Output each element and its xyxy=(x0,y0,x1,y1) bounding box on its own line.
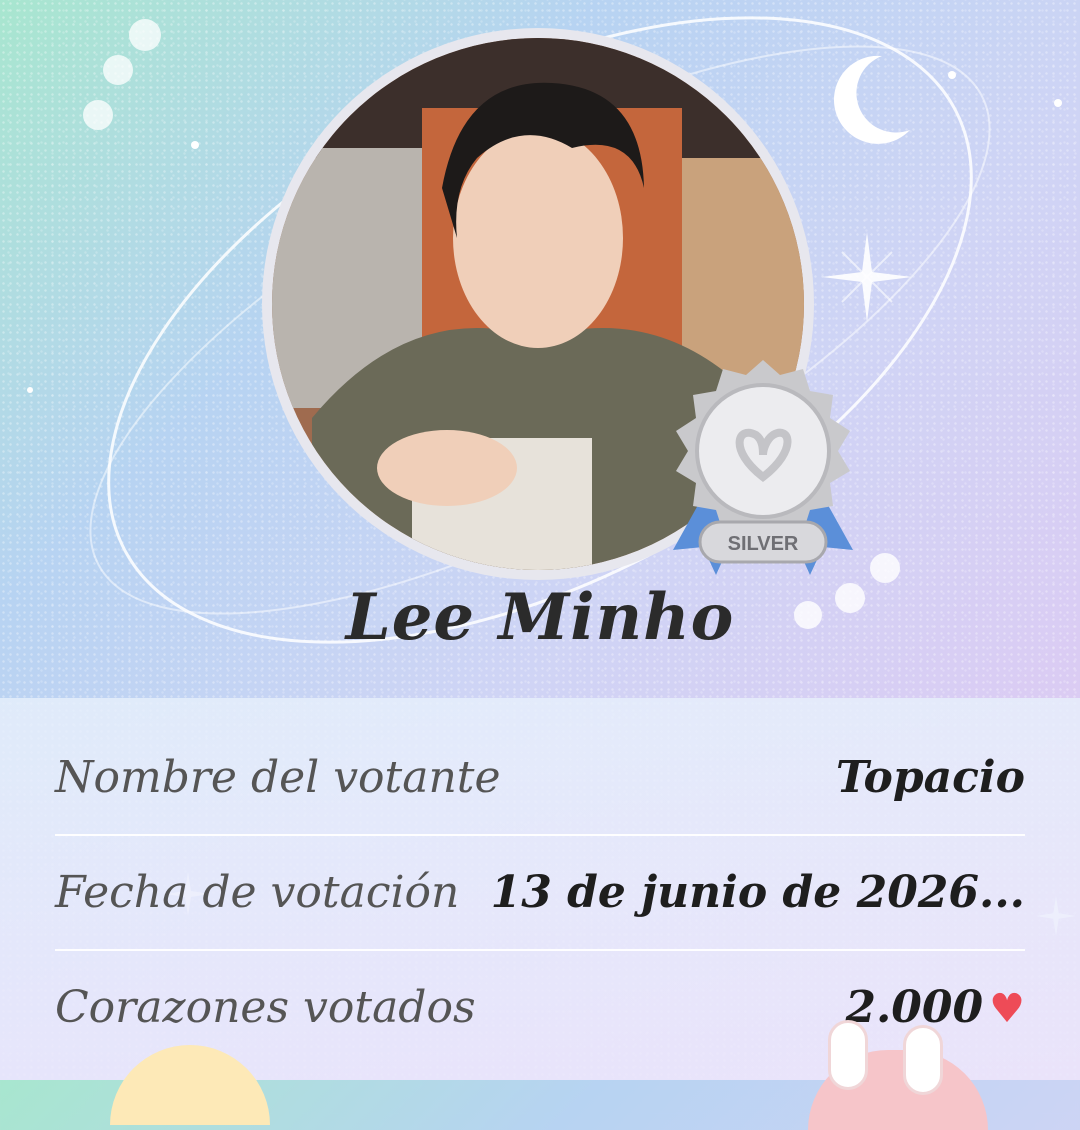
hearts-voted-label: Corazones votados xyxy=(55,982,476,1033)
voter-name-value: Topacio xyxy=(835,752,1025,803)
vote-details-card: Nombre del votante Topacio Fecha de vota… xyxy=(0,698,1080,1080)
voter-name-label: Nombre del votante xyxy=(55,752,501,803)
voter-name-row: Nombre del votante Topacio xyxy=(55,721,1025,836)
moon-icon xyxy=(833,55,910,144)
vote-date-row: Fecha de votación 13 de junio de 2026... xyxy=(55,836,1025,951)
heart-icon: ♥ xyxy=(989,985,1025,1032)
bunny-ear xyxy=(903,1025,943,1095)
silver-badge: SILVER xyxy=(673,360,853,575)
sparkle-icon xyxy=(822,232,912,322)
vote-date-label: Fecha de votación xyxy=(55,867,460,918)
hearts-voted-value: 2.000 xyxy=(845,982,984,1033)
vote-date-value: 13 de junio de 2026... xyxy=(490,867,1025,918)
badge-label: SILVER xyxy=(728,533,799,555)
hearts-voted-value-wrap: 2.000 ♥ xyxy=(845,982,1025,1033)
idol-name: Lee Minho xyxy=(345,580,735,655)
